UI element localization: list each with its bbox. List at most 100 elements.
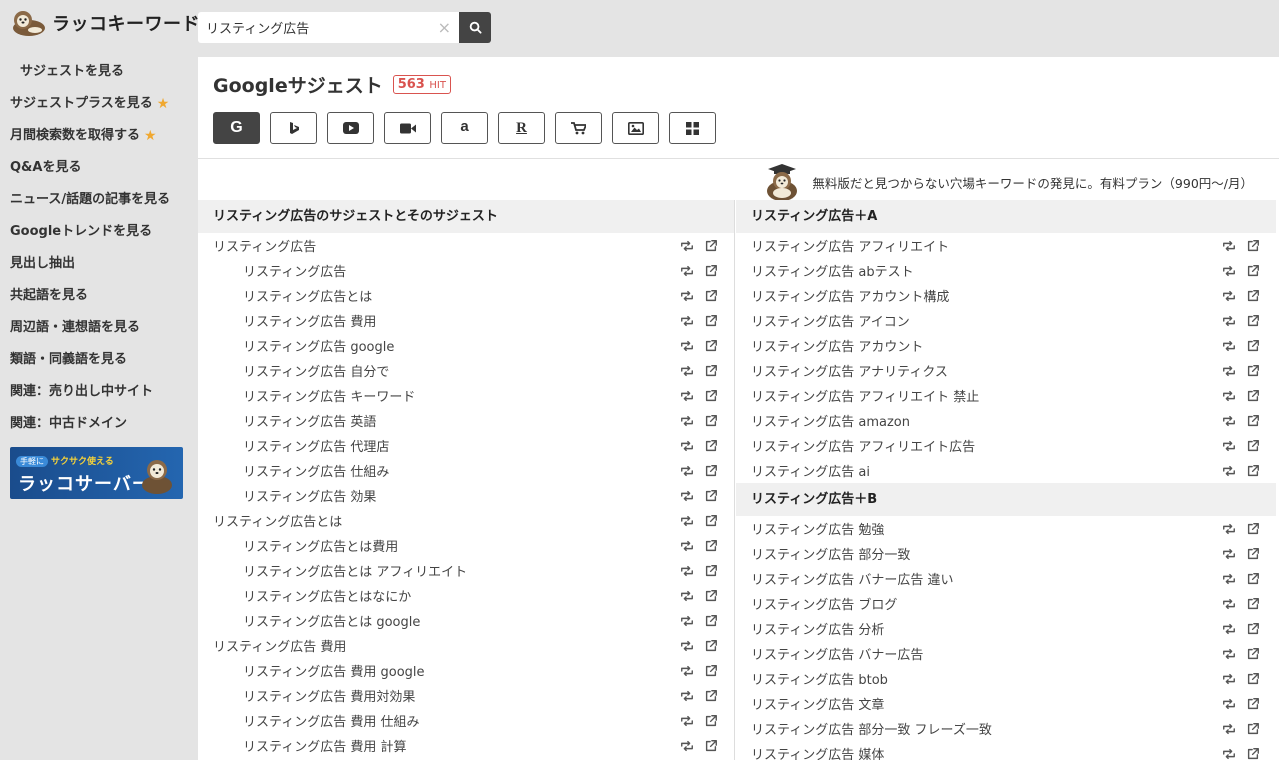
repeat-search-icon[interactable]	[1222, 697, 1236, 711]
keyword-text[interactable]: リスティング広告 費用 google	[198, 661, 425, 680]
external-link-icon[interactable]	[704, 289, 718, 303]
repeat-search-icon[interactable]	[680, 564, 694, 578]
repeat-search-icon[interactable]	[680, 639, 694, 653]
keyword-text[interactable]: リスティング広告とは アフィリエイト	[198, 561, 467, 580]
external-link-icon[interactable]	[1246, 414, 1260, 428]
keyword-text[interactable]: リスティング広告 ブログ	[736, 594, 897, 613]
external-link-icon[interactable]	[1246, 339, 1260, 353]
external-link-icon[interactable]	[704, 539, 718, 553]
external-link-icon[interactable]	[1246, 439, 1260, 453]
external-link-icon[interactable]	[704, 414, 718, 428]
repeat-search-icon[interactable]	[680, 314, 694, 328]
repeat-search-icon[interactable]	[680, 664, 694, 678]
keyword-text[interactable]: リスティング広告 仕組み	[198, 461, 389, 480]
external-link-icon[interactable]	[1246, 239, 1260, 253]
keyword-text[interactable]: リスティング広告 google	[198, 336, 394, 355]
external-link-icon[interactable]	[1246, 597, 1260, 611]
keyword-text[interactable]: リスティング広告とは	[198, 511, 342, 530]
repeat-search-icon[interactable]	[680, 414, 694, 428]
sidebar-item[interactable]: 関連：中古ドメイン	[10, 412, 190, 444]
keyword-text[interactable]: リスティング広告 文章	[736, 694, 884, 713]
repeat-search-icon[interactable]	[680, 539, 694, 553]
repeat-search-icon[interactable]	[680, 589, 694, 603]
repeat-search-icon[interactable]	[680, 439, 694, 453]
repeat-search-icon[interactable]	[680, 264, 694, 278]
external-link-icon[interactable]	[1246, 364, 1260, 378]
external-link-icon[interactable]	[1246, 264, 1260, 278]
keyword-text[interactable]: リスティング広告 分析	[736, 619, 884, 638]
keyword-text[interactable]: リスティング広告 部分一致 フレーズ一致	[736, 719, 992, 738]
keyword-text[interactable]: リスティング広告 自分で	[198, 361, 389, 380]
repeat-search-icon[interactable]	[680, 389, 694, 403]
engine-tab-google[interactable]: G	[213, 112, 260, 144]
external-link-icon[interactable]	[704, 514, 718, 528]
external-link-icon[interactable]	[704, 739, 718, 753]
external-link-icon[interactable]	[1246, 647, 1260, 661]
external-link-icon[interactable]	[1246, 697, 1260, 711]
repeat-search-icon[interactable]	[1222, 597, 1236, 611]
keyword-text[interactable]: リスティング広告 バナー広告 違い	[736, 569, 954, 588]
keyword-text[interactable]: リスティング広告 費用 仕組み	[198, 711, 420, 730]
keyword-text[interactable]: リスティング広告 部分一致	[736, 544, 910, 563]
external-link-icon[interactable]	[704, 439, 718, 453]
keyword-text[interactable]: リスティング広告 代理店	[198, 436, 389, 455]
repeat-search-icon[interactable]	[1222, 572, 1236, 586]
promo-bar[interactable]: 無料版だと見つからない穴場キーワードの発見に。有料プラン（990円〜/月）	[760, 163, 1253, 201]
repeat-search-icon[interactable]	[680, 689, 694, 703]
engine-tab-video[interactable]	[384, 112, 431, 144]
keyword-text[interactable]: リスティング広告とはなにか	[198, 586, 411, 605]
keyword-text[interactable]: リスティング広告	[198, 236, 316, 255]
clear-icon[interactable]: ×	[438, 18, 451, 37]
engine-tab-youtube[interactable]	[327, 112, 374, 144]
external-link-icon[interactable]	[704, 664, 718, 678]
repeat-search-icon[interactable]	[1222, 364, 1236, 378]
keyword-text[interactable]: リスティング広告とは google	[198, 611, 420, 630]
search-button[interactable]	[459, 12, 491, 43]
search-input[interactable]	[206, 20, 434, 35]
engine-tab-shopping[interactable]	[555, 112, 602, 144]
external-link-icon[interactable]	[704, 264, 718, 278]
keyword-text[interactable]: リスティング広告 媒体	[736, 744, 884, 760]
repeat-search-icon[interactable]	[680, 464, 694, 478]
keyword-text[interactable]: リスティング広告 アフィリエイト広告	[736, 436, 975, 455]
sidebar-item[interactable]: サジェストを見る	[10, 60, 190, 92]
keyword-text[interactable]: リスティング広告	[198, 261, 346, 280]
repeat-search-icon[interactable]	[1222, 339, 1236, 353]
repeat-search-icon[interactable]	[1222, 239, 1236, 253]
external-link-icon[interactable]	[1246, 314, 1260, 328]
repeat-search-icon[interactable]	[680, 489, 694, 503]
keyword-text[interactable]: リスティング広告 費用 計算	[198, 736, 407, 755]
external-link-icon[interactable]	[1246, 672, 1260, 686]
sidebar-item[interactable]: Googleトレンドを見る	[10, 220, 190, 252]
repeat-search-icon[interactable]	[680, 514, 694, 528]
external-link-icon[interactable]	[1246, 389, 1260, 403]
sidebar-item[interactable]: 関連：売り出し中サイト	[10, 380, 190, 412]
engine-tab-rakuten[interactable]: R	[498, 112, 545, 144]
keyword-text[interactable]: リスティング広告 勉強	[736, 519, 884, 538]
external-link-icon[interactable]	[704, 464, 718, 478]
repeat-search-icon[interactable]	[1222, 439, 1236, 453]
external-link-icon[interactable]	[704, 489, 718, 503]
sidebar-item[interactable]: 周辺語・連想語を見る	[10, 316, 190, 348]
sidebar-item[interactable]: Q&Aを見る	[10, 156, 190, 188]
keyword-text[interactable]: リスティング広告 アナリティクス	[736, 361, 948, 380]
repeat-search-icon[interactable]	[1222, 622, 1236, 636]
logo[interactable]: ラッコキーワード	[10, 8, 200, 38]
sidebar-item[interactable]: 見出し抽出	[10, 252, 190, 284]
keyword-text[interactable]: リスティング広告 アフィリエイト 禁止	[736, 386, 979, 405]
external-link-icon[interactable]	[704, 314, 718, 328]
repeat-search-icon[interactable]	[1222, 547, 1236, 561]
external-link-icon[interactable]	[704, 389, 718, 403]
keyword-text[interactable]: リスティング広告 効果	[198, 486, 376, 505]
keyword-text[interactable]: リスティング広告とは	[198, 286, 372, 305]
repeat-search-icon[interactable]	[1222, 647, 1236, 661]
repeat-search-icon[interactable]	[1222, 672, 1236, 686]
repeat-search-icon[interactable]	[680, 614, 694, 628]
server-banner[interactable]: 手軽に サクサク使える ラッコサーバー	[10, 447, 183, 499]
sidebar-item[interactable]: 月間検索数を取得する ★	[10, 124, 190, 156]
keyword-text[interactable]: リスティング広告 amazon	[736, 411, 910, 430]
repeat-search-icon[interactable]	[1222, 722, 1236, 736]
external-link-icon[interactable]	[704, 639, 718, 653]
external-link-icon[interactable]	[1246, 464, 1260, 478]
engine-tab-bing[interactable]	[270, 112, 317, 144]
